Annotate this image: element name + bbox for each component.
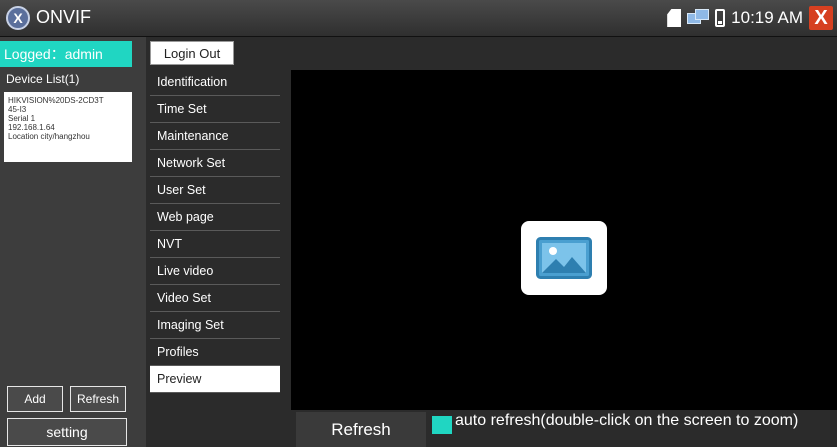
add-device-button[interactable]: Add [7,386,63,412]
menu-item-web-page[interactable]: Web page [150,204,280,231]
device-ip: 192.168.1.64 [8,123,55,132]
auto-refresh-label: auto refresh(double-click on the screen … [455,412,799,429]
device-serial: Serial 1 [8,114,36,123]
battery-icon [715,9,726,27]
refresh-preview-button[interactable]: Refresh [296,412,426,447]
menu-item-video-set[interactable]: Video Set [150,285,280,312]
close-icon[interactable]: X [809,6,833,30]
device-name-line2: 45-I3 [8,105,27,114]
setting-button[interactable]: setting [7,418,127,446]
image-icon [536,237,592,279]
function-menu: Identification Time Set Maintenance Netw… [150,69,280,393]
device-name-line1: HIKVISION%20DS-2CD3T [8,96,104,105]
menu-item-nvt[interactable]: NVT [150,231,280,258]
clock: 10:19 AM [731,8,803,27]
device-location: Location city/hangzhou [8,132,90,141]
device-list-title: Device List(1) [6,72,80,86]
sidebar: Logged：admin Device List(1) HIKVISION%20… [0,37,146,447]
menu-item-preview[interactable]: Preview [150,366,280,393]
login-out-button[interactable]: Login Out [150,41,234,65]
image-placeholder [521,221,607,295]
menu-item-maintenance[interactable]: Maintenance [150,123,280,150]
menu-item-imaging-set[interactable]: Imaging Set [150,312,280,339]
menu-item-profiles[interactable]: Profiles [150,339,280,366]
app-logo-icon: X [6,6,30,30]
menu-item-user-set[interactable]: User Set [150,177,280,204]
sd-card-icon [667,9,682,27]
title-bar: X ONVIF 10:19 AM X [0,0,837,37]
app-title: ONVIF [36,7,92,27]
refresh-devices-button[interactable]: Refresh [70,386,126,412]
logged-in-badge: Logged：admin [0,41,132,67]
menu-item-identification[interactable]: Identification [150,69,280,96]
status-area: 10:19 AM X [667,6,833,30]
preview-viewer[interactable] [291,70,837,410]
menu-item-network-set[interactable]: Network Set [150,150,280,177]
network-icon [687,9,710,27]
menu-item-time-set[interactable]: Time Set [150,96,280,123]
menu-item-live-video[interactable]: Live video [150,258,280,285]
device-list-item[interactable]: HIKVISION%20DS-2CD3T 45-I3 Serial 1 192.… [4,92,132,162]
auto-refresh-checkbox[interactable] [432,416,452,434]
